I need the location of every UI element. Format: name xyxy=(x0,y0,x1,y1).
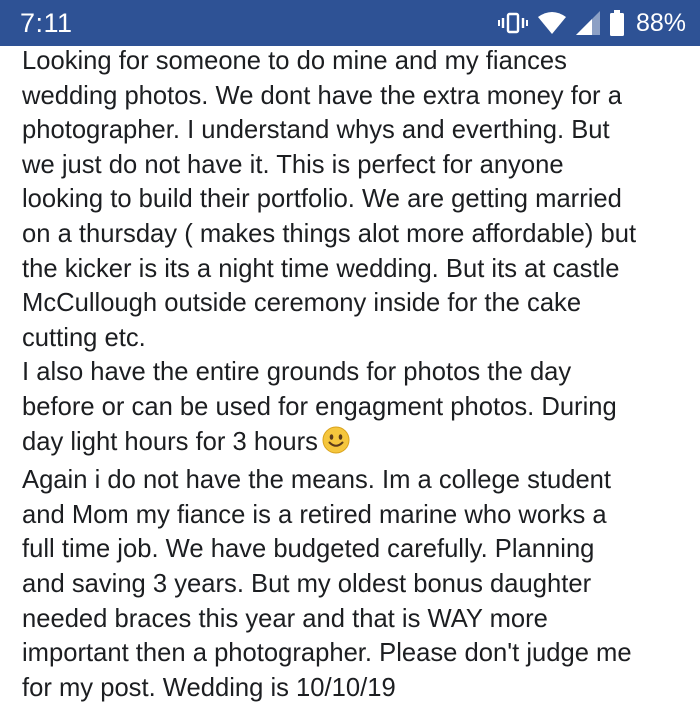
post-line-text: McCullough outside ceremony inside for t… xyxy=(22,289,582,318)
battery-percent: 88% xyxy=(635,9,686,37)
post-line-text: important then a photographer. Please do… xyxy=(22,639,632,668)
post-line: photographer. I understand whys and ever… xyxy=(22,113,687,148)
post-line: we just do not have it. This is perfect … xyxy=(22,148,687,183)
post-line-text: Again i do not have the means. Im a coll… xyxy=(22,466,612,495)
post-body: Looking for someone to do mine and my fi… xyxy=(22,44,687,705)
post-line-text: for my post. Wedding is 10/10/19 xyxy=(22,673,396,702)
post-line-text: wedding photos. We dont have the extra m… xyxy=(22,81,622,110)
smiley-face-emoji-icon xyxy=(322,426,350,464)
post-line: the kicker is its a night time wedding. … xyxy=(22,252,687,287)
cell-signal-icon xyxy=(575,11,600,35)
post-line-text: we just do not have it. This is perfect … xyxy=(22,150,564,179)
post-line-text: day light hours for 3 hours xyxy=(22,427,318,456)
post-line: looking to build their portfolio. We are… xyxy=(22,182,687,217)
status-bar: 7:11 88% xyxy=(0,0,700,46)
post-line-text: photographer. I understand whys and ever… xyxy=(22,116,610,145)
post-line-text: and Mom my fiance is a retired marine wh… xyxy=(22,500,607,529)
post-line: on a thursday ( makes things alot more a… xyxy=(22,217,687,252)
post-line: for my post. Wedding is 10/10/19 xyxy=(22,671,687,706)
post-line-text: Looking for someone to do mine and my fi… xyxy=(22,47,567,75)
post-line: and Mom my fiance is a retired marine wh… xyxy=(22,498,687,533)
post-line: McCullough outside ceremony inside for t… xyxy=(22,286,687,321)
status-icons: 88% xyxy=(497,0,686,46)
post-line: needed braces this year and that is WAY … xyxy=(22,602,687,637)
post-line: cutting etc. xyxy=(22,321,687,356)
post-line: day light hours for 3 hours xyxy=(22,425,687,464)
post-line-text: and saving 3 years. But my oldest bonus … xyxy=(22,569,592,598)
post-line-text: the kicker is its a night time wedding. … xyxy=(22,254,620,283)
post-line: and saving 3 years. But my oldest bonus … xyxy=(22,567,687,602)
post-line: full time job. We have budgeted carefull… xyxy=(22,532,687,567)
post-line-text: full time job. We have budgeted carefull… xyxy=(22,535,595,564)
status-time: 7:11 xyxy=(20,8,73,38)
post-line: Looking for someone to do mine and my fi… xyxy=(22,44,687,79)
post-line-text: before or can be used for engagment phot… xyxy=(22,392,617,421)
post-line: Again i do not have the means. Im a coll… xyxy=(22,463,687,498)
post-line-text: on a thursday ( makes things alot more a… xyxy=(22,219,637,248)
post-line: before or can be used for engagment phot… xyxy=(22,390,687,425)
post-line: important then a photographer. Please do… xyxy=(22,636,687,671)
battery-icon xyxy=(609,10,624,36)
wifi-icon xyxy=(537,12,566,34)
vibrate-icon xyxy=(497,11,528,35)
post-line: wedding photos. We dont have the extra m… xyxy=(22,79,687,114)
post-line-text: cutting etc. xyxy=(22,323,146,352)
post-line-text: I also have the entire grounds for photo… xyxy=(22,358,572,387)
post-line-text: looking to build their portfolio. We are… xyxy=(22,185,622,214)
post-line-text: needed braces this year and that is WAY … xyxy=(22,604,548,633)
post-line: I also have the entire grounds for photo… xyxy=(22,355,687,390)
